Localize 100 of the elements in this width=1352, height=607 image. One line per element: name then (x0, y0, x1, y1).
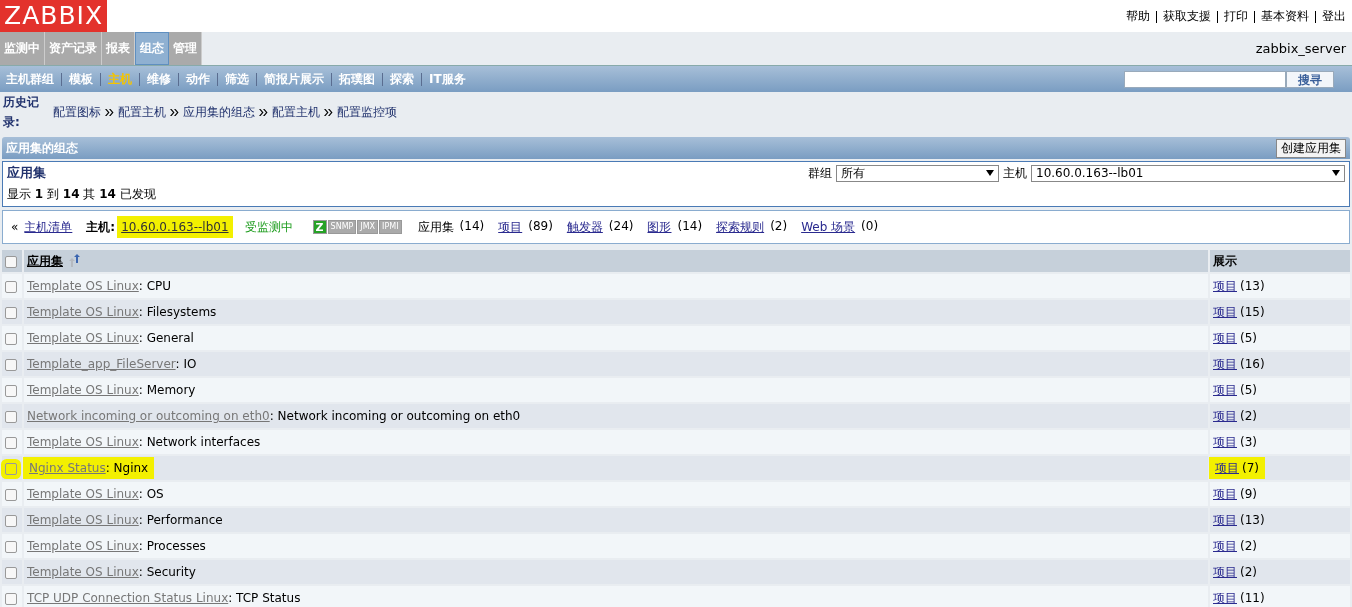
group-label: 群组 (808, 164, 832, 182)
template-link[interactable]: Template OS Linux (27, 435, 139, 449)
template-link[interactable]: Template OS Linux (27, 331, 139, 345)
application-name: : Filesystems (138, 305, 217, 319)
items-link[interactable]: 项目 (1213, 408, 1237, 423)
checkbox[interactable] (5, 540, 17, 553)
header-link[interactable]: 打印 (1224, 8, 1248, 25)
count: (2) (1240, 564, 1257, 579)
logo: ZABBIX (0, 0, 108, 32)
host-select[interactable]: 10.60.0.163--lb01 (1031, 164, 1345, 182)
checkbox[interactable] (5, 488, 17, 501)
checkbox[interactable] (5, 566, 17, 579)
host-tab-link[interactable]: Web 场景 (801, 218, 856, 236)
template-link[interactable]: Template OS Linux (27, 487, 139, 501)
chevron-icon (324, 108, 333, 116)
search-field[interactable] (1124, 70, 1286, 88)
application-name: : Performance (138, 513, 223, 527)
host-label: 主机 (1003, 164, 1027, 182)
checkbox[interactable] (5, 410, 17, 423)
template-link[interactable]: Template OS Linux (27, 539, 139, 553)
items-link[interactable]: 项目 (1213, 304, 1237, 319)
count: (5) (1240, 382, 1257, 397)
items-link[interactable]: 项目 (1213, 382, 1237, 397)
host-list-link[interactable]: 主机清单 (24, 218, 73, 236)
column-header: 展示 (1213, 253, 1237, 268)
items-link[interactable]: 项目 (1213, 512, 1237, 527)
items-link[interactable]: 项目 (1215, 460, 1239, 475)
header-link[interactable]: 获取支援 (1163, 8, 1211, 25)
dropdown-icon (1332, 170, 1340, 176)
count: (3) (1240, 434, 1257, 449)
host-tab-label: 应用集 (417, 218, 454, 236)
items-link[interactable]: 项目 (1213, 590, 1237, 605)
checkbox[interactable] (5, 255, 17, 268)
count: (7) (1242, 460, 1259, 475)
count: (13) (1240, 512, 1265, 527)
checkbox[interactable] (5, 384, 17, 397)
count: (16) (1240, 356, 1265, 371)
application-name: : TCP Status (228, 591, 301, 605)
items-link[interactable]: 项目 (1213, 486, 1237, 501)
items-link[interactable]: 项目 (1213, 356, 1237, 371)
host-tab-link[interactable]: 探索规则 (716, 218, 765, 236)
chevron-icon (259, 108, 268, 116)
items-link[interactable]: 项目 (1213, 330, 1237, 345)
application-name: : Security (138, 565, 196, 579)
breadcrumb-link[interactable]: 应用集的组态 (183, 103, 255, 121)
breadcrumb-link[interactable]: 配置主机 (272, 103, 320, 121)
count: (24) (608, 218, 634, 235)
items-link[interactable]: 项目 (1213, 538, 1237, 553)
header-link[interactable]: 基本资料 (1261, 8, 1309, 25)
count: (2) (1240, 538, 1257, 553)
template-link[interactable]: Template_app_FileServer (27, 357, 176, 371)
items-link[interactable]: 项目 (1213, 434, 1237, 449)
checkbox[interactable] (5, 436, 17, 449)
section-title: 应用集的组态 (6, 139, 78, 157)
availability-badge: SNMP (327, 220, 357, 234)
application-name: : Processes (138, 539, 206, 553)
template-link[interactable]: Template OS Linux (27, 279, 139, 293)
template-link[interactable]: Template OS Linux (27, 565, 139, 579)
checkbox[interactable] (5, 514, 17, 527)
count: (89) (528, 218, 553, 235)
template-link[interactable]: Template OS Linux (27, 513, 139, 527)
count: (15) (1240, 304, 1265, 319)
checkbox[interactable] (5, 332, 17, 345)
count: (14) (459, 218, 485, 235)
checkbox[interactable] (5, 280, 17, 293)
breadcrumb-link[interactable]: 配置主机 (118, 103, 166, 121)
host-tab-link[interactable]: 触发器 (566, 218, 603, 236)
history-label: 历史记录: (2, 94, 40, 131)
group-select[interactable]: 所有 (836, 164, 999, 182)
template-link[interactable]: Network incoming or outcoming on eth0 (27, 409, 270, 423)
column-header[interactable]: 应用集 (27, 253, 63, 268)
items-link[interactable]: 项目 (1213, 278, 1237, 293)
panel-title: 应用集 (7, 164, 46, 182)
application-name: : General (138, 331, 194, 345)
chevron-icon (105, 108, 114, 116)
create-button[interactable]: 创建应用集 (1276, 138, 1346, 158)
host-tab-link[interactable]: 项目 (498, 218, 523, 236)
checkbox[interactable] (5, 358, 17, 371)
template-link[interactable]: Template OS Linux (27, 305, 139, 319)
header-link[interactable]: 帮助 (1126, 8, 1150, 25)
checkbox[interactable] (5, 306, 17, 319)
breadcrumb-link[interactable]: 配置图标 (53, 103, 101, 121)
header-link[interactable]: 登出 (1322, 8, 1346, 25)
items-link[interactable]: 项目 (1213, 564, 1237, 579)
breadcrumb-link[interactable]: 配置监控项 (337, 103, 397, 121)
host-tab-link[interactable]: 图形 (647, 218, 672, 236)
search-button[interactable]: 搜寻 (1286, 70, 1334, 88)
availability-badge: JMX (357, 220, 379, 234)
checkbox[interactable] (5, 592, 17, 605)
application-name: : IO (175, 357, 197, 371)
sort-icon (67, 254, 82, 268)
template-link[interactable]: Nginx Status (29, 461, 106, 475)
count: (13) (1240, 278, 1265, 293)
template-link[interactable]: Template OS Linux (27, 383, 139, 397)
chevron-icon (170, 108, 179, 116)
count: (9) (1240, 486, 1257, 501)
host-status: 受监测中 (244, 218, 293, 236)
count: (2) (770, 218, 788, 235)
application-name: : CPU (138, 279, 172, 293)
count: (0) (861, 218, 879, 235)
